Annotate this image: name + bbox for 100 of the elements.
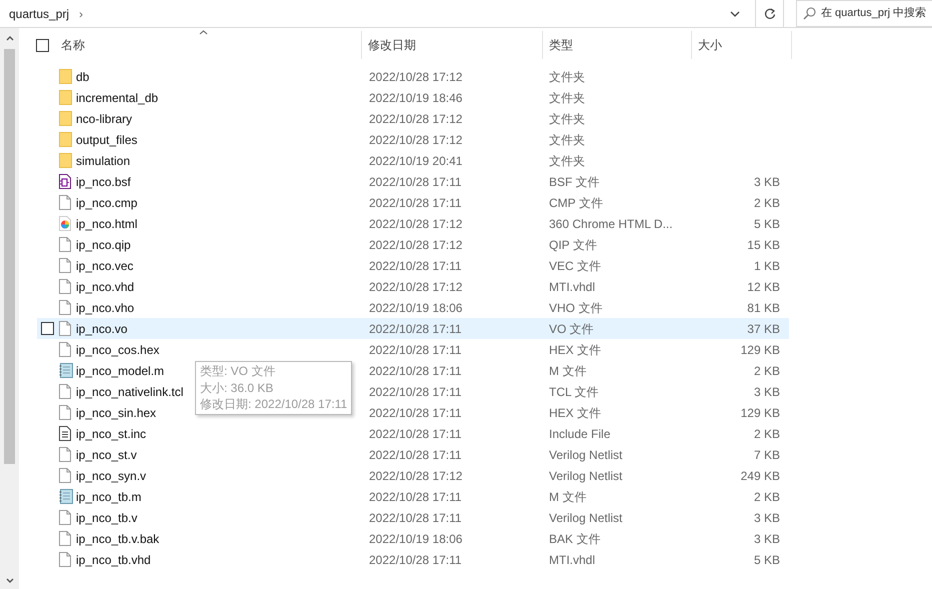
file-type: MTI.vhdl — [549, 280, 596, 294]
file-name: ip_nco.vec — [76, 258, 134, 272]
file-name: ip_nco_cos.hex — [76, 342, 160, 356]
file-name: ip_nco_st.v — [76, 448, 137, 462]
file-size: 2 KB — [754, 490, 780, 504]
file-icon — [59, 510, 71, 525]
file-type: 文件夹 — [549, 112, 585, 126]
file-type: HEX 文件 — [549, 342, 602, 356]
file-icon — [59, 405, 71, 420]
file-size: 2 KB — [754, 364, 780, 378]
file-icon — [59, 342, 71, 357]
file-icon — [59, 279, 71, 294]
scroll-down-icon[interactable] — [6, 578, 14, 583]
modified-date: 2022/10/28 17:11 — [369, 196, 462, 210]
notebook-icon — [59, 489, 73, 504]
sort-caret-icon — [199, 30, 208, 35]
file-size: 15 KB — [747, 238, 780, 252]
modified-date: 2022/10/28 17:11 — [369, 448, 462, 462]
file-icon — [59, 384, 71, 399]
file-type: Verilog Netlist — [549, 448, 622, 462]
file-name: ip_nco_st.inc — [76, 426, 146, 440]
modified-date: 2022/10/28 17:11 — [369, 174, 462, 188]
file-type: 文件夹 — [549, 90, 585, 104]
select-all-checkbox[interactable] — [36, 38, 49, 52]
modified-date: 2022/10/28 17:12 — [369, 112, 462, 126]
modified-date: 2022/10/28 17:12 — [369, 70, 462, 84]
column-header[interactable]: 类型 — [543, 31, 692, 59]
file-name: ip_nco.bsf — [76, 174, 131, 188]
modified-date: 2022/10/28 17:12 — [369, 216, 462, 230]
file-name: nco-library — [76, 112, 132, 126]
file-type: CMP 文件 — [549, 196, 603, 210]
modified-date: 2022/10/28 17:12 — [369, 280, 462, 294]
file-name: output_files — [76, 132, 138, 146]
file-type: HEX 文件 — [549, 406, 602, 420]
file-icon — [59, 321, 71, 336]
scrollbar-thumb[interactable] — [4, 49, 15, 464]
file-size: 7 KB — [754, 448, 780, 462]
column-header[interactable]: 修改日期 — [362, 31, 543, 59]
file-type: MTI.vhdl — [549, 552, 596, 566]
file-type: 文件夹 — [549, 70, 585, 84]
tooltip-line: 类型: VO 文件 — [200, 363, 276, 380]
column-header[interactable]: 大小 — [692, 31, 792, 59]
file-size: 129 KB — [740, 406, 780, 420]
file-type: QIP 文件 — [549, 238, 597, 252]
file-name: simulation — [76, 154, 130, 168]
file-type: Verilog Netlist — [549, 510, 622, 524]
file-name: ip_nco.cmp — [76, 196, 138, 210]
folder-icon — [59, 69, 72, 84]
modified-date: 2022/10/19 18:46 — [369, 90, 462, 104]
color-wheel-file-icon — [59, 216, 71, 231]
search-field[interactable]: 在 quartus_prj 中搜索 — [796, 0, 932, 27]
column-header[interactable]: 名称 — [61, 31, 362, 59]
modified-date: 2022/10/28 17:11 — [369, 490, 462, 504]
file-name: ip_nco_tb.vhd — [76, 552, 151, 566]
file-name: ip_nco.vho — [76, 300, 134, 314]
file-type: M 文件 — [549, 490, 586, 504]
file-size: 3 KB — [754, 510, 780, 524]
file-name: ip_nco.html — [76, 216, 138, 230]
file-name: ip_nco_sin.hex — [76, 406, 156, 420]
file-size: 249 KB — [740, 468, 780, 482]
file-type: 文件夹 — [549, 132, 585, 146]
modified-date: 2022/10/19 20:41 — [369, 154, 462, 168]
search-icon — [803, 7, 816, 20]
chevron-down-icon[interactable] — [730, 10, 740, 16]
file-size: 2 KB — [754, 426, 780, 440]
file-type: 360 Chrome HTML D... — [549, 216, 673, 230]
file-type: M 文件 — [549, 364, 586, 378]
tooltip-line: 大小: 36.0 KB — [200, 380, 274, 396]
modified-date: 2022/10/28 17:11 — [369, 258, 462, 272]
file-type: Include File — [549, 426, 610, 440]
modified-date: 2022/10/28 17:11 — [369, 342, 462, 356]
file-size: 3 KB — [754, 384, 780, 398]
file-icon — [59, 300, 71, 315]
file-size: 5 KB — [754, 216, 780, 230]
file-size: 5 KB — [754, 552, 780, 566]
file-type: Verilog Netlist — [549, 468, 622, 482]
modified-date: 2022/10/28 17:11 — [369, 552, 462, 566]
file-name: ip_nco.vhd — [76, 280, 134, 294]
file-type: VO 文件 — [549, 322, 594, 336]
modified-date: 2022/10/28 17:12 — [369, 132, 462, 146]
file-name: incremental_db — [76, 90, 158, 104]
file-name: ip_nco_tb.m — [76, 490, 142, 504]
file-icon — [59, 195, 71, 210]
scroll-up-icon[interactable] — [6, 36, 14, 41]
folder-icon — [59, 132, 72, 147]
file-row[interactable]: ip_nco.vo 2022/10/28 17:11 VO 文件 37 KB — [37, 318, 789, 339]
file-name: ip_nco.vo — [76, 322, 128, 336]
text-file-icon — [59, 426, 71, 441]
breadcrumb-folder[interactable]: quartus_prj — [9, 4, 70, 22]
file-icon — [59, 531, 71, 546]
file-size: 2 KB — [754, 196, 780, 210]
file-icon — [59, 447, 71, 462]
modified-date: 2022/10/28 17:12 — [369, 468, 462, 482]
breadcrumb-separator[interactable]: › — [79, 4, 84, 22]
file-size: 3 KB — [754, 174, 780, 188]
file-size: 81 KB — [747, 300, 780, 314]
folder-icon — [59, 111, 72, 126]
folder-icon — [59, 90, 72, 105]
row-checkbox[interactable] — [41, 322, 54, 335]
modified-date: 2022/10/28 17:11 — [369, 364, 462, 378]
